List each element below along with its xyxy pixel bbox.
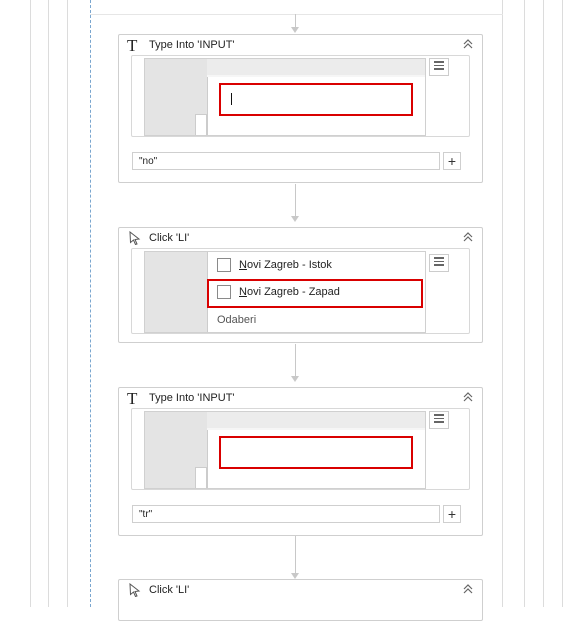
activity-header[interactable]: Click 'LI' <box>119 228 482 248</box>
activity-click-2[interactable]: Click 'LI' <box>118 579 483 621</box>
activity-header[interactable]: T Type Into 'INPUT' <box>119 388 482 408</box>
flow-arrow <box>291 14 299 33</box>
sequence-top-border <box>90 14 503 15</box>
activity-type-into-1[interactable]: T Type Into 'INPUT' "no" + <box>118 34 483 183</box>
activity-header[interactable]: Click 'LI' <box>119 580 482 600</box>
plus-button[interactable]: + <box>443 152 461 170</box>
target-screenshot <box>144 58 426 136</box>
target-screenshot: Novi Zagreb - Istok Novi Zagreb - Zapad … <box>144 251 426 333</box>
column-divider <box>524 0 525 607</box>
screenshot-panel: Novi Zagreb - Istok Novi Zagreb - Zapad … <box>131 248 470 334</box>
column-divider <box>562 0 563 607</box>
click-cursor-icon <box>129 231 141 245</box>
type-into-icon: T <box>127 35 138 55</box>
activity-type-into-2[interactable]: T Type Into 'INPUT' "tr" + <box>118 387 483 536</box>
text-cursor <box>231 93 232 105</box>
double-chevron-up-icon[interactable] <box>462 38 474 50</box>
list-option: Novi Zagreb - Zapad <box>217 285 340 299</box>
double-chevron-up-icon[interactable] <box>462 391 474 403</box>
column-divider <box>30 0 31 607</box>
flow-arrow <box>291 344 299 382</box>
sequence-border-right <box>502 0 503 607</box>
click-cursor-icon <box>129 583 141 597</box>
checkbox <box>217 258 231 272</box>
hamburger-menu-icon[interactable] <box>429 58 449 76</box>
hamburger-menu-icon[interactable] <box>429 254 449 272</box>
screenshot-panel <box>131 408 470 490</box>
column-divider <box>48 0 49 607</box>
target-screenshot <box>144 411 426 489</box>
hamburger-menu-icon[interactable] <box>429 411 449 429</box>
target-highlight <box>219 83 413 116</box>
dropdown-label: Odaberi <box>217 314 257 326</box>
activity-header[interactable]: T Type Into 'INPUT' <box>119 35 482 55</box>
activity-title: Type Into 'INPUT' <box>149 39 235 51</box>
checkbox <box>217 285 231 299</box>
activity-title: Click 'LI' <box>149 232 190 244</box>
sequence-border-left <box>90 0 91 607</box>
double-chevron-up-icon[interactable] <box>462 583 474 595</box>
column-divider <box>67 0 68 607</box>
list-option: Novi Zagreb - Istok <box>217 258 332 272</box>
text-input-field[interactable]: "tr" <box>132 505 440 523</box>
double-chevron-up-icon[interactable] <box>462 231 474 243</box>
column-divider <box>543 0 544 607</box>
activity-title: Click 'LI' <box>149 584 190 596</box>
flow-arrow <box>291 536 299 579</box>
screenshot-panel <box>131 55 470 137</box>
plus-button[interactable]: + <box>443 505 461 523</box>
flow-arrow <box>291 184 299 222</box>
target-highlight <box>219 436 413 469</box>
activity-click-1[interactable]: Click 'LI' Novi Zagreb - Istok Novi Zagr… <box>118 227 483 343</box>
activity-title: Type Into 'INPUT' <box>149 392 235 404</box>
text-input-field[interactable]: "no" <box>132 152 440 170</box>
type-into-icon: T <box>127 388 138 408</box>
